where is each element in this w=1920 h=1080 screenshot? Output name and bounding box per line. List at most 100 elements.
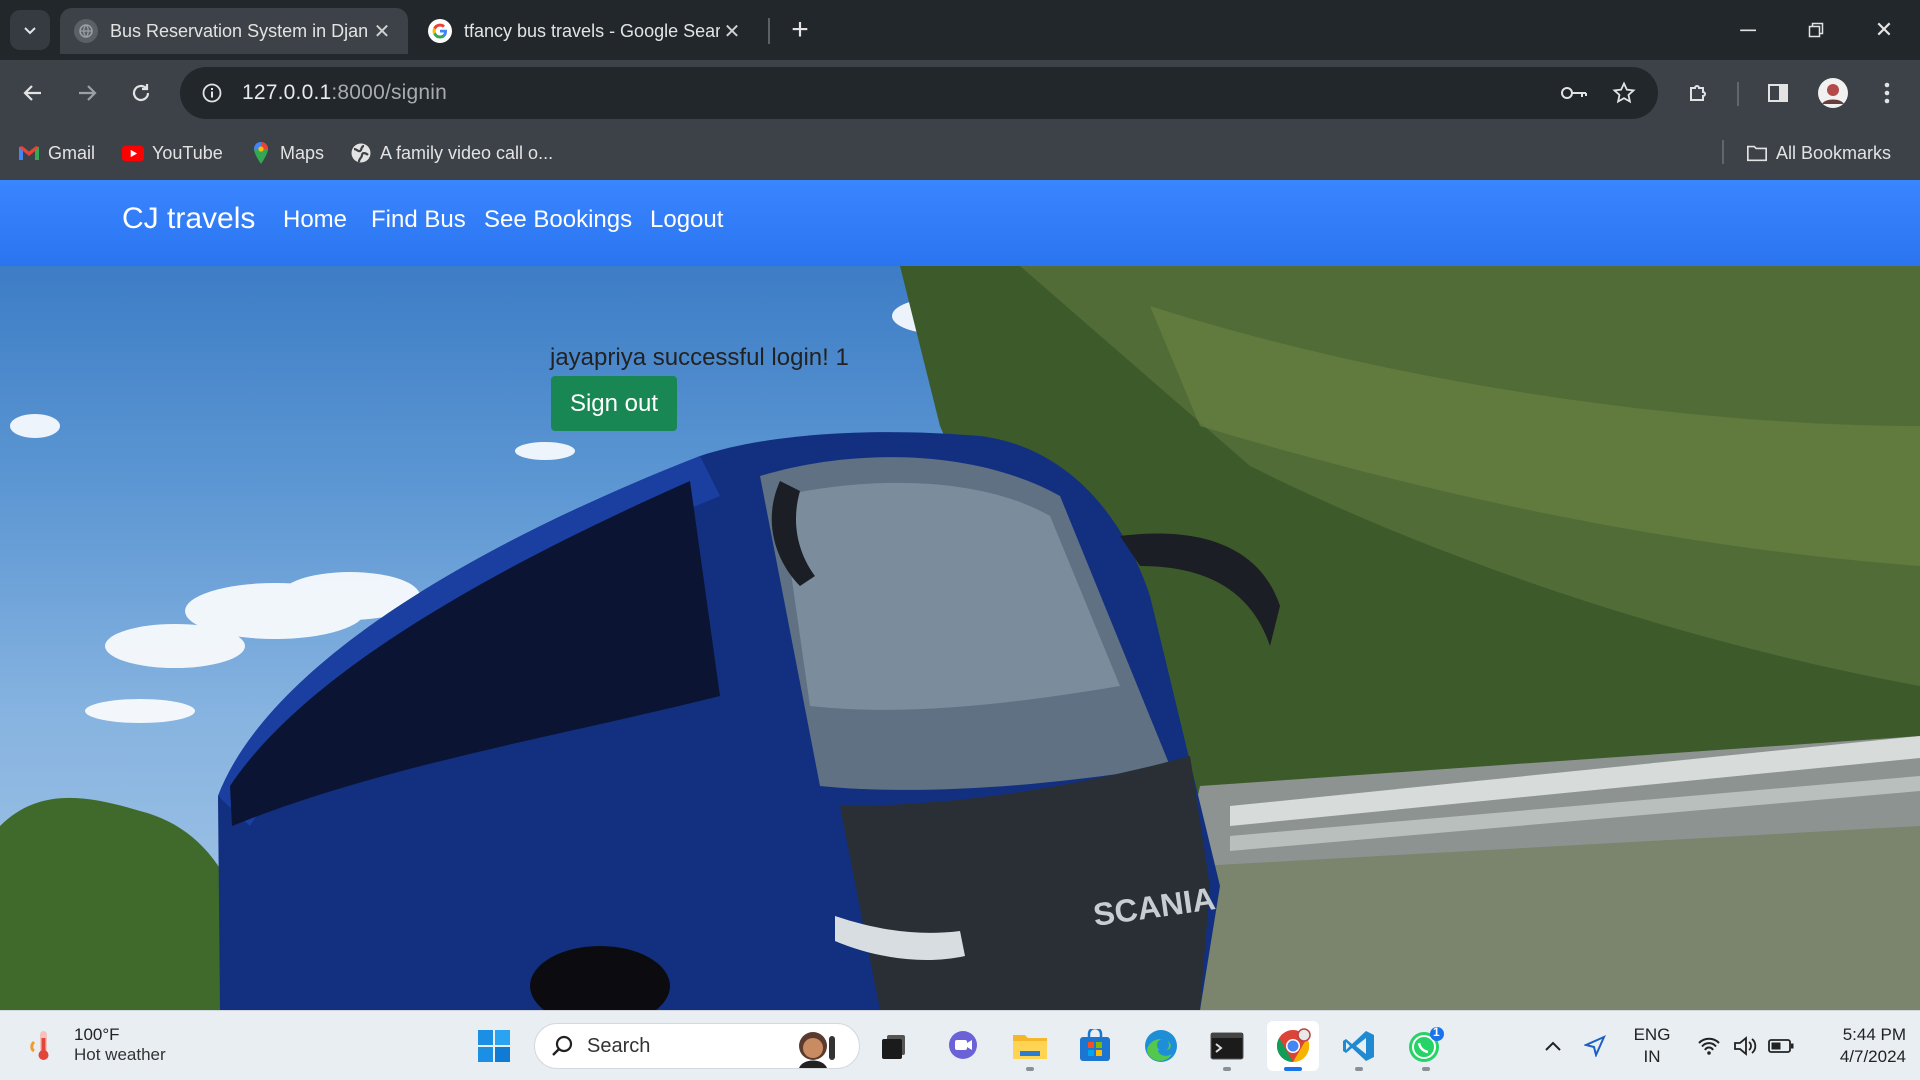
chrome-icon	[1276, 1028, 1311, 1063]
wifi-icon	[1698, 1037, 1720, 1055]
volume-tray-icon[interactable]	[1728, 1011, 1762, 1080]
login-success-message: jayapriya successful login! 1	[550, 344, 849, 371]
restore-icon	[1808, 22, 1824, 38]
bookmark-youtube[interactable]: YouTube	[122, 126, 223, 180]
all-bookmarks-button[interactable]: All Bookmarks	[1746, 126, 1891, 180]
search-placeholder: Search	[587, 1034, 651, 1057]
running-indicator	[1026, 1067, 1034, 1071]
chevron-up-icon	[1545, 1041, 1561, 1051]
clock[interactable]: 5:44 PM 4/7/2024	[1810, 1011, 1906, 1080]
reload-button[interactable]	[120, 72, 162, 114]
edge-browser-app[interactable]	[1135, 1021, 1187, 1071]
store-icon	[1080, 1029, 1110, 1061]
all-bookmarks-label: All Bookmarks	[1776, 142, 1892, 163]
url-text[interactable]: 127.0.0.1:8000/signin	[242, 81, 447, 105]
running-indicator	[1355, 1067, 1363, 1071]
address-bar[interactable]: 127.0.0.1:8000/signin	[180, 67, 1658, 119]
url-host: 127.0.0.1	[242, 81, 332, 104]
task-view-button[interactable]	[868, 1021, 920, 1071]
bookmark-label: A family video call o...	[380, 142, 554, 163]
reload-icon	[132, 84, 150, 102]
task-view-icon	[882, 1035, 905, 1059]
back-button[interactable]	[12, 72, 54, 114]
taskbar-search-box[interactable]: Search	[534, 1023, 860, 1069]
puzzle-icon	[1690, 85, 1706, 101]
browser-toolbar: 127.0.0.1:8000/signin	[0, 60, 1920, 126]
globe-icon	[350, 142, 372, 164]
terminal-app[interactable]	[1201, 1021, 1253, 1071]
bookmark-label: YouTube	[152, 142, 223, 163]
nav-find-bus-link[interactable]: Find Bus	[371, 206, 466, 234]
start-button[interactable]	[468, 1021, 520, 1071]
wifi-tray-icon[interactable]	[1692, 1011, 1726, 1080]
browser-menu-button[interactable]	[1866, 72, 1908, 114]
youtube-icon	[122, 142, 144, 164]
speaker-icon	[1734, 1036, 1757, 1056]
close-icon[interactable]: ✕	[370, 19, 394, 44]
forward-button[interactable]	[66, 72, 108, 114]
weather-widget[interactable]: 100°F Hot weather	[28, 1025, 166, 1065]
microsoft-store-app[interactable]	[1069, 1021, 1121, 1071]
extensions-button[interactable]	[1678, 72, 1720, 114]
bookmark-gmail[interactable]: Gmail	[18, 126, 95, 180]
location-arrow-icon	[1584, 1035, 1606, 1057]
clock-date: 4/7/2024	[1839, 1047, 1906, 1066]
tab-bus-reservation[interactable]: Bus Reservation System in Djan ✕	[60, 8, 408, 54]
profile-avatar[interactable]	[1812, 72, 1854, 114]
gmail-icon	[18, 142, 40, 164]
nav-see-bookings-link[interactable]: See Bookings	[484, 206, 632, 234]
show-hidden-icons-button[interactable]	[1536, 1011, 1570, 1080]
active-indicator	[1284, 1067, 1302, 1071]
file-explorer-app[interactable]	[1004, 1021, 1056, 1071]
whatsapp-app[interactable]: 1	[1400, 1021, 1452, 1071]
bookmark-family-video-call[interactable]: A family video call o...	[350, 126, 553, 180]
minimize-button[interactable]: ─	[1714, 0, 1782, 60]
nav-home-link[interactable]: Home	[283, 206, 347, 234]
bookmarks-divider	[1722, 140, 1724, 164]
battery-tray-icon[interactable]	[1764, 1011, 1798, 1080]
nav-logout-link[interactable]: Logout	[650, 206, 723, 234]
bookmarks-bar: Gmail YouTube Maps A family video call o…	[0, 126, 1920, 180]
chevron-down-icon	[24, 27, 36, 35]
site-brand[interactable]: CJ travels	[122, 202, 255, 236]
thermometer-icon	[30, 1031, 49, 1060]
bookmark-star-icon[interactable]	[1606, 75, 1642, 111]
plus-icon: +	[791, 13, 809, 46]
close-window-button[interactable]: ✕	[1850, 0, 1918, 60]
password-key-icon[interactable]	[1556, 75, 1592, 111]
language-indicator[interactable]: ENG IN	[1624, 1011, 1680, 1080]
location-tray-icon[interactable]	[1578, 1011, 1612, 1080]
arrow-right-icon	[79, 85, 97, 101]
language-code: ENG	[1633, 1025, 1671, 1044]
vscode-app[interactable]	[1333, 1021, 1385, 1071]
weather-temp: 100°F	[74, 1025, 120, 1044]
side-panel-button[interactable]	[1757, 72, 1799, 114]
search-icon	[552, 1035, 573, 1056]
close-icon[interactable]: ✕	[720, 19, 744, 44]
url-path: :8000/signin	[331, 81, 448, 104]
tab-divider	[768, 18, 770, 44]
site-navbar: CJ travels Home Find Bus See Bookings Lo…	[0, 180, 1920, 266]
side-panel-icon	[1768, 84, 1788, 102]
bookmark-label: Maps	[280, 142, 325, 163]
site-info-icon[interactable]	[194, 75, 230, 111]
tab-google-search[interactable]: tfancy bus travels - Google Sear ✕	[414, 8, 758, 54]
minimize-icon: ─	[1740, 17, 1756, 42]
tab-search-button[interactable]	[10, 10, 50, 50]
tab-strip: Bus Reservation System in Djan ✕ tfancy …	[0, 0, 1920, 60]
web-page: CJ travels Home Find Bus See Bookings Lo…	[0, 180, 1920, 1010]
restore-button[interactable]	[1782, 0, 1850, 60]
edge-icon	[1145, 1030, 1177, 1062]
tab-title: tfancy bus travels - Google Sear	[464, 20, 720, 41]
kebab-menu-icon	[1884, 82, 1890, 104]
new-tab-button[interactable]: +	[780, 10, 820, 50]
bookmark-label: Gmail	[48, 142, 96, 163]
teams-chat-app[interactable]	[937, 1021, 989, 1071]
chrome-app[interactable]	[1267, 1021, 1319, 1071]
folder-icon	[1746, 142, 1768, 164]
globe-icon	[74, 19, 98, 43]
weather-desc: Hot weather	[74, 1045, 166, 1064]
sign-out-button[interactable]: Sign out	[551, 376, 677, 431]
bookmark-maps[interactable]: Maps	[250, 126, 324, 180]
search-highlight-image	[799, 1032, 835, 1068]
